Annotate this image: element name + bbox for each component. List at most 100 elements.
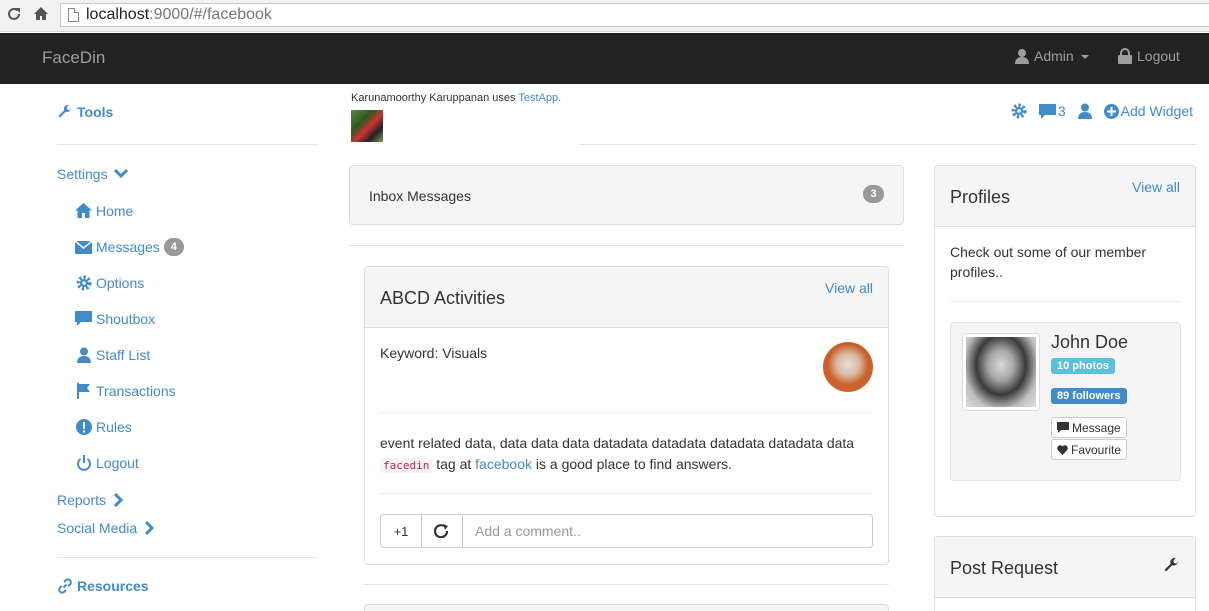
profiles-view-all-link[interactable]: View all (1132, 179, 1180, 195)
admin-label: Admin (1034, 48, 1074, 64)
user-icon (1015, 49, 1029, 64)
activity-text: is a good place to find answers. (535, 456, 733, 472)
inbox-label: Inbox Messages (369, 188, 471, 204)
user-app-tagline: Karunamoorthy Karuppanan uses TestApp. (351, 92, 561, 104)
sidebar-item-label: Shoutbox (96, 310, 156, 327)
social-media-link[interactable]: Social Media (57, 520, 155, 536)
favourite-label: Favourite (1071, 442, 1122, 457)
chevron-down-icon (113, 169, 128, 179)
photos-badge[interactable]: 10 photos (1051, 358, 1115, 374)
sidebar-item-options[interactable]: Options (75, 274, 144, 291)
activity-divider (380, 493, 873, 494)
browser-toolbar: localhost:9000/#/facebook (0, 0, 1209, 32)
activities-heading: ABCD Activities View all (365, 267, 888, 328)
profile-card: John Doe 10 photos 89 followers Message … (950, 322, 1181, 481)
message-button[interactable]: Message (1051, 417, 1127, 438)
app-name-link[interactable]: TestApp. (518, 92, 561, 104)
wrench-icon (58, 104, 72, 118)
sidebar-item-logout[interactable]: Logout (75, 454, 139, 471)
post-request-title: Post Request (950, 558, 1059, 578)
social-media-label: Social Media (57, 520, 138, 536)
plus-one-button[interactable]: +1 (380, 514, 422, 548)
power-icon (75, 454, 92, 471)
uses-text: uses (492, 92, 516, 104)
reports-link[interactable]: Reports (57, 492, 124, 508)
logout-button[interactable]: Logout (1118, 48, 1180, 64)
share-icon (434, 524, 449, 538)
inbox-count-badge: 3 (863, 185, 884, 203)
post-request-panel: Post Request (934, 536, 1196, 611)
sidebar-item-shoutbox[interactable]: Shoutbox (75, 310, 155, 327)
home-icon[interactable] (32, 6, 50, 24)
profile-photo[interactable] (962, 333, 1040, 411)
activities-view-all-link[interactable]: View all (825, 280, 873, 296)
reports-label: Reports (57, 492, 107, 508)
comment-icon (1057, 422, 1069, 433)
url-text[interactable]: localhost:9000/#/facebook (86, 6, 272, 24)
settings-label: Settings (57, 166, 108, 182)
content-divider (349, 245, 904, 246)
page-icon (68, 8, 79, 22)
comment-input[interactable]: Add a comment.. (463, 514, 873, 548)
profile-button[interactable] (1077, 103, 1092, 119)
share-button[interactable] (422, 514, 463, 548)
cog-icon (1011, 103, 1027, 119)
comment-icon (75, 310, 92, 327)
wrench-icon[interactable] (1163, 557, 1180, 577)
profile-name[interactable]: John Doe (1051, 332, 1128, 353)
activity-text: event related data, data data data datad… (380, 435, 855, 451)
sidebar-item-rules[interactable]: Rules (75, 418, 132, 435)
lock-icon (1118, 48, 1132, 64)
header-divider (580, 144, 1196, 145)
profiles-intro: Check out some of our member profiles.. (950, 244, 1147, 280)
top-navbar: FaceDin Admin Logout (0, 33, 1209, 84)
activities-title: ABCD Activities (380, 288, 506, 308)
sidebar-item-label: Transactions (96, 382, 176, 399)
content-divider (364, 584, 889, 585)
sidebar-item-label: Logout (96, 454, 139, 471)
chevron-right-icon (113, 493, 124, 507)
activity-body: event related data, data data data datad… (380, 433, 873, 476)
activity-keyword: Keyword: Visuals (380, 345, 488, 361)
comments-button[interactable]: 3 (1038, 103, 1066, 119)
favourite-button[interactable]: Favourite (1051, 439, 1128, 460)
sidebar-item-home[interactable]: Home (75, 202, 133, 219)
user-avatar[interactable] (351, 110, 383, 142)
settings-toggle[interactable]: Settings (57, 166, 128, 182)
heart-icon (1057, 444, 1068, 455)
comment-count: 3 (1057, 103, 1066, 119)
reload-icon[interactable] (5, 6, 23, 24)
sidebar-item-label: Rules (96, 418, 132, 435)
cog-icon (75, 274, 92, 291)
admin-dropdown[interactable]: Admin (1015, 48, 1089, 64)
exclamation-icon (75, 418, 92, 435)
sidebar-item-label: Home (96, 202, 134, 219)
inbox-messages-panel[interactable]: Inbox Messages 3 (349, 165, 904, 225)
sidebar-divider (57, 557, 318, 558)
add-widget-button[interactable]: Add Widget (1103, 103, 1193, 119)
comment-icon (1038, 103, 1056, 119)
facebook-link[interactable]: facebook (475, 456, 532, 472)
tools-heading[interactable]: Tools (57, 104, 113, 120)
sidebar-item-messages[interactable]: Messages 4 (75, 238, 184, 256)
sidebar-item-label: Messages (96, 239, 160, 255)
message-label: Message (1072, 420, 1121, 435)
settings-button[interactable] (1011, 103, 1027, 119)
followers-badge[interactable]: 89 followers (1051, 388, 1127, 404)
user-icon (75, 346, 92, 363)
activities-panel: ABCD Activities View all Keyword: Visual… (364, 266, 889, 565)
profiles-heading: Profiles View all (935, 166, 1195, 227)
envelope-icon (75, 239, 92, 256)
sidebar-item-transactions[interactable]: Transactions (75, 382, 176, 399)
profiles-title: Profiles (950, 187, 1011, 207)
address-bar[interactable]: localhost:9000/#/facebook (60, 3, 1209, 27)
user-name-link[interactable]: Karunamoorthy Karuppanan (351, 92, 489, 104)
caret-down-icon (1080, 55, 1089, 59)
profiles-panel: Profiles View all Check out some of our … (934, 165, 1196, 517)
activity-avatar[interactable] (823, 342, 873, 392)
sidebar-item-staff-list[interactable]: Staff List (75, 346, 150, 363)
flag-icon (75, 382, 92, 399)
resources-heading[interactable]: Resources (57, 578, 149, 594)
plus-circle-icon (1103, 103, 1119, 119)
brand-logo[interactable]: FaceDin (42, 48, 105, 68)
